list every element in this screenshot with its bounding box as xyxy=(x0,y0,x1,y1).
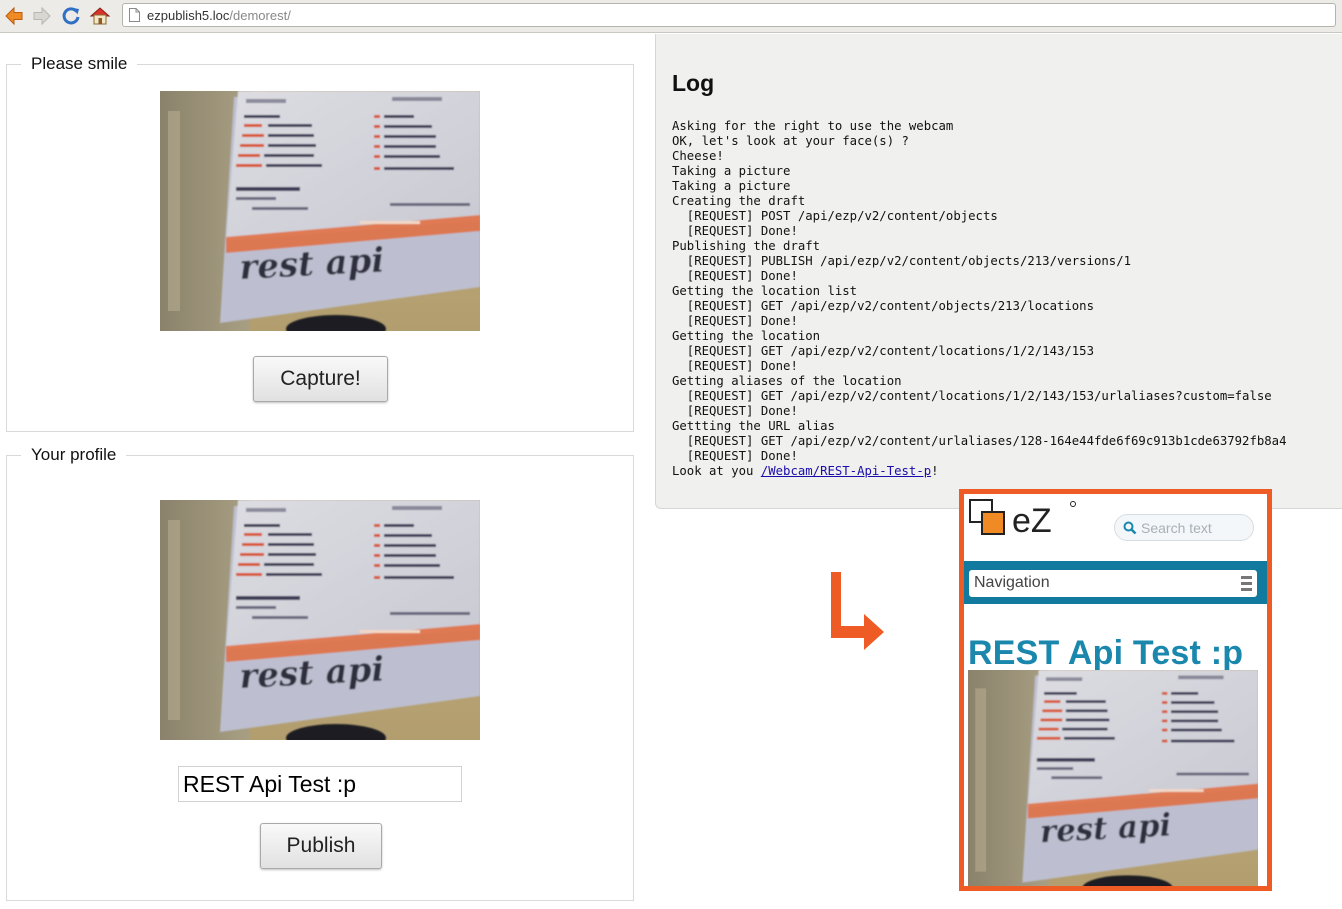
home-icon[interactable] xyxy=(89,5,111,27)
profile-legend: Your profile xyxy=(21,445,127,465)
log-title: Log xyxy=(672,70,715,96)
log-line: Publishing the draft xyxy=(672,239,821,253)
ez-navigation-label: Navigation xyxy=(974,574,1050,591)
log-line: [REQUEST] PUBLISH /api/ezp/v2/content/ob… xyxy=(672,254,1132,268)
log-line: OK, let's look at your face(s) ? xyxy=(672,134,909,148)
result-link[interactable]: /Webcam/REST-Api-Test-p xyxy=(761,464,931,478)
profile-fieldset: Your profile Publish xyxy=(6,445,634,901)
log-line: [REQUEST] Done! xyxy=(672,314,798,328)
log-line: Asking for the right to use the webcam xyxy=(672,119,954,133)
ez-search-box[interactable]: Search text xyxy=(1114,514,1254,541)
log-line: [REQUEST] Done! xyxy=(672,269,798,283)
log-line: Cheese! xyxy=(672,149,724,163)
capture-legend: Please smile xyxy=(21,54,138,74)
ez-logo-text: eZ xyxy=(1012,502,1052,540)
log-line: [REQUEST] GET /api/ezp/v2/content/object… xyxy=(672,299,1094,313)
search-icon xyxy=(1123,521,1137,535)
log-line: Getting the location list xyxy=(672,284,858,298)
capture-fieldset: Please smile Capture! xyxy=(6,54,634,432)
down-right-arrow-icon xyxy=(831,572,884,650)
ez-logo: eZ xyxy=(969,499,1076,540)
profile-name-input[interactable] xyxy=(178,766,462,802)
publish-button[interactable]: Publish xyxy=(260,823,382,869)
log-line: [REQUEST] Done! xyxy=(672,224,798,238)
ez-page-preview: eZ Search text Navigation REST Api Test … xyxy=(959,489,1272,891)
menu-icon xyxy=(1241,576,1252,591)
page-icon xyxy=(129,8,140,22)
log-line: [REQUEST] GET /api/ezp/v2/content/locati… xyxy=(672,389,1272,403)
log-line: [REQUEST] Done! xyxy=(672,359,798,373)
log-final-suffix: ! xyxy=(931,464,939,478)
ez-content-photo xyxy=(968,670,1258,890)
ez-navigation-select[interactable]: Navigation xyxy=(969,570,1257,597)
url-text: ezpublish5.loc/demorest/ xyxy=(147,8,291,23)
reload-icon[interactable] xyxy=(60,5,82,27)
log-line: Creating the draft xyxy=(672,194,806,208)
log-final-prefix: Look at you xyxy=(672,464,761,478)
captured-photo xyxy=(160,500,480,740)
log-line: Taking a picture xyxy=(672,164,791,178)
log-line: [REQUEST] GET /api/ezp/v2/content/locati… xyxy=(672,344,1094,358)
log-panel: Log Asking for the right to use the webc… xyxy=(655,34,1342,509)
back-icon[interactable] xyxy=(3,5,25,27)
log-line: Gettting the URL alias xyxy=(672,419,835,433)
ez-search-placeholder: Search text xyxy=(1141,520,1212,536)
log-line: Getting aliases of the location xyxy=(672,374,902,388)
log-line: [REQUEST] Done! xyxy=(672,404,798,418)
capture-button[interactable]: Capture! xyxy=(253,356,388,402)
log-line: [REQUEST] POST /api/ezp/v2/content/objec… xyxy=(672,209,998,223)
ez-content-title: REST Api Test :p xyxy=(968,634,1244,672)
webcam-preview xyxy=(160,91,480,331)
log-output: Asking for the right to use the webcam O… xyxy=(672,119,1286,479)
browser-toolbar: ezpublish5.loc/demorest/ xyxy=(0,0,1342,33)
ez-navbar: Navigation xyxy=(964,561,1267,604)
forward-icon[interactable] xyxy=(31,5,53,27)
log-line: Getting the location xyxy=(672,329,821,343)
url-host: ezpublish5.loc xyxy=(147,8,230,23)
log-line: [REQUEST] Done! xyxy=(672,449,798,463)
address-bar[interactable]: ezpublish5.loc/demorest/ xyxy=(122,3,1336,27)
log-line: [REQUEST] GET /api/ezp/v2/content/urlali… xyxy=(672,434,1287,448)
url-path: /demorest/ xyxy=(229,8,291,23)
log-line: Taking a picture xyxy=(672,179,791,193)
